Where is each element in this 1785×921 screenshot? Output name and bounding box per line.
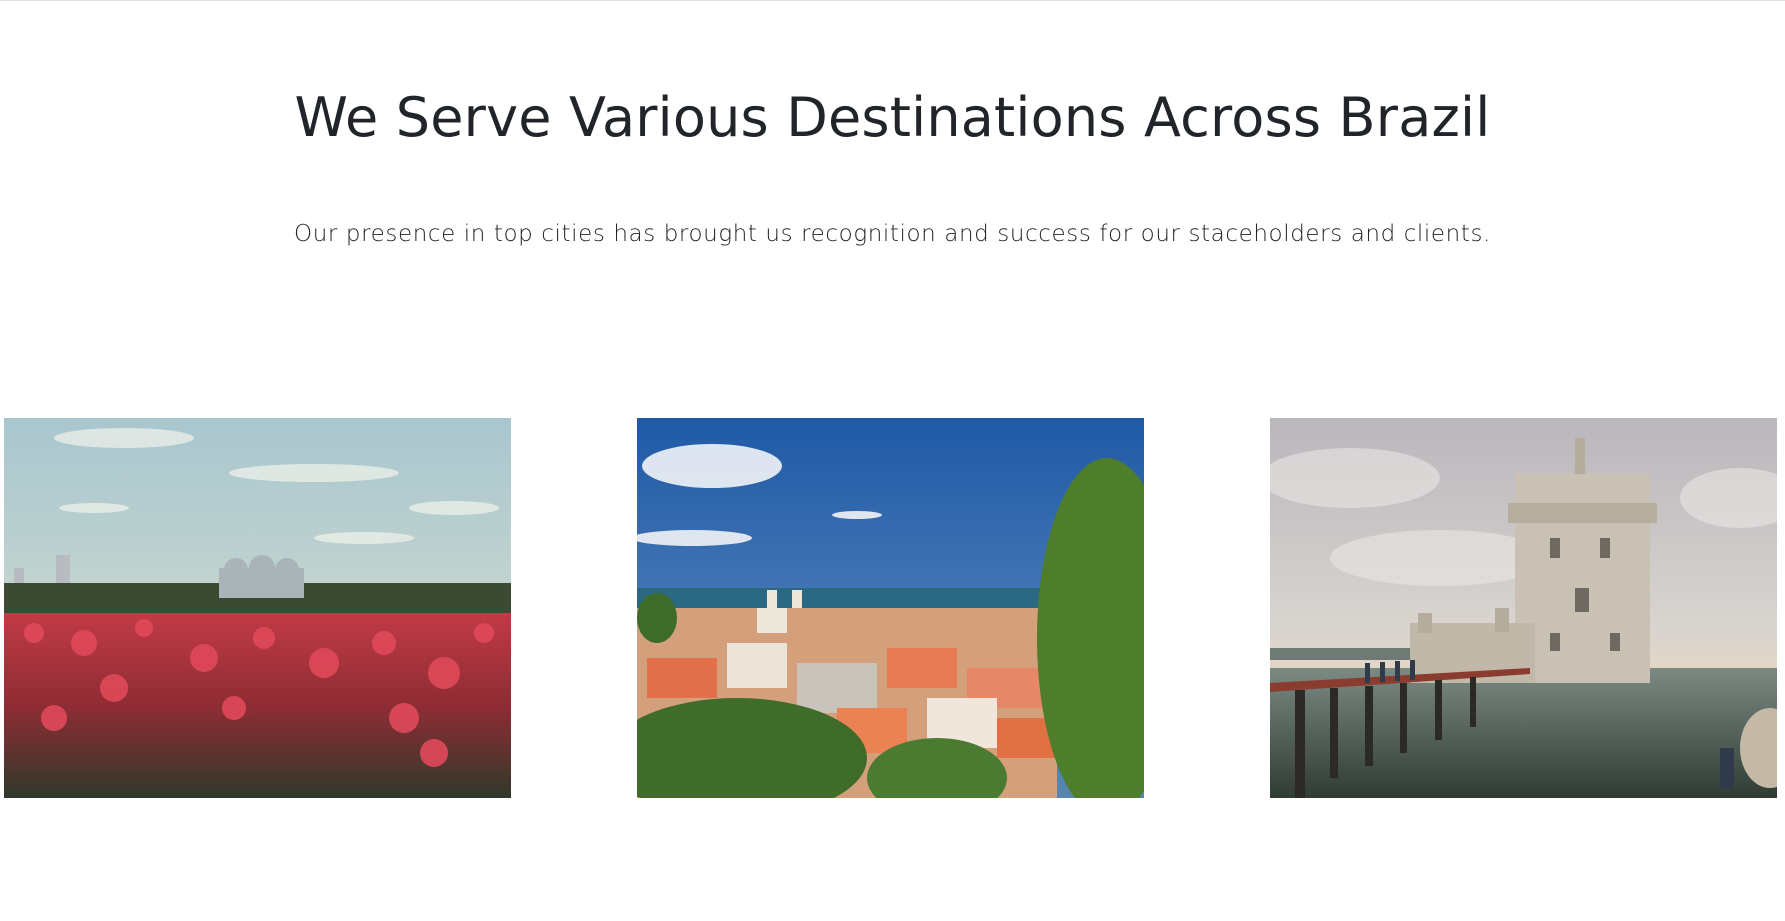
destination-image-flower-garden [4, 418, 511, 798]
destinations-section: We Serve Various Destinations Across Bra… [0, 0, 1785, 921]
section-subtitle: Our presence in top cities has brought u… [294, 221, 1491, 247]
destination-image-waterfront-tower [1270, 418, 1777, 798]
destination-image-coastal-city [637, 418, 1144, 798]
section-title: We Serve Various Destinations Across Bra… [294, 86, 1491, 149]
